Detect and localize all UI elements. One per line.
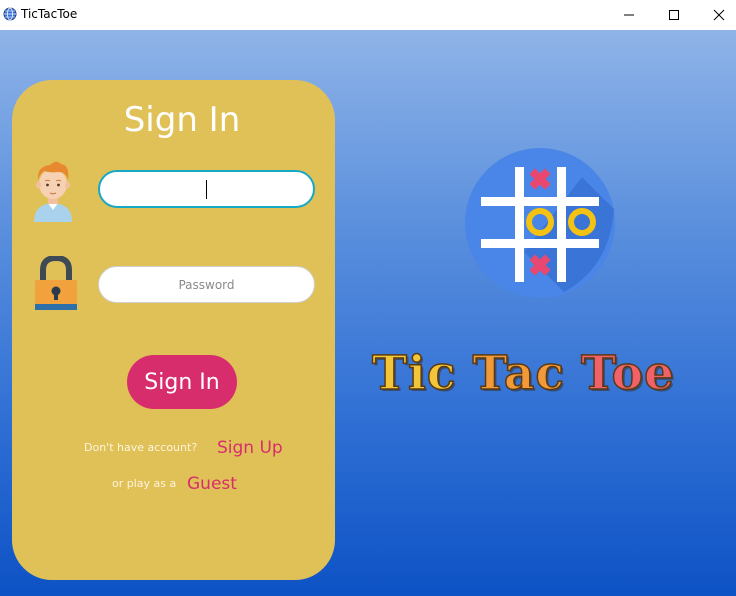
game-title-word-tac: Tac [472, 345, 566, 402]
tic-tac-toe-logo-icon [465, 148, 615, 298]
guest-label: or play as a [112, 477, 177, 490]
sign-up-link[interactable]: Sign Up [217, 438, 283, 458]
close-button[interactable] [696, 0, 736, 30]
window-title: TicTacToe [21, 7, 78, 21]
no-account-label: Don't have account? [84, 441, 198, 454]
game-title-word-tic: Tic [371, 345, 457, 402]
sign-in-button[interactable]: Sign In [127, 355, 237, 409]
minimize-button[interactable] [606, 0, 652, 30]
window-title-bar: TicTacToe [0, 0, 736, 30]
maximize-button[interactable] [651, 0, 697, 30]
password-field[interactable] [98, 266, 315, 303]
user-avatar-icon [34, 161, 72, 222]
minimize-icon [624, 14, 634, 16]
close-icon [713, 9, 725, 21]
sign-in-panel: Sign In Sign In Don't have account? Sign… [12, 80, 335, 580]
main-content: Sign In Sign In Don't have account? Sign… [0, 30, 736, 596]
game-title-word-toe: Toe [580, 345, 675, 402]
sign-in-heading: Sign In [123, 100, 241, 140]
text-cursor [206, 180, 207, 199]
lock-icon [35, 256, 77, 310]
globe-icon [3, 7, 17, 21]
game-title: Tic Tac Toe [371, 345, 732, 406]
maximize-icon [669, 10, 679, 20]
guest-link[interactable]: Guest [187, 474, 237, 494]
